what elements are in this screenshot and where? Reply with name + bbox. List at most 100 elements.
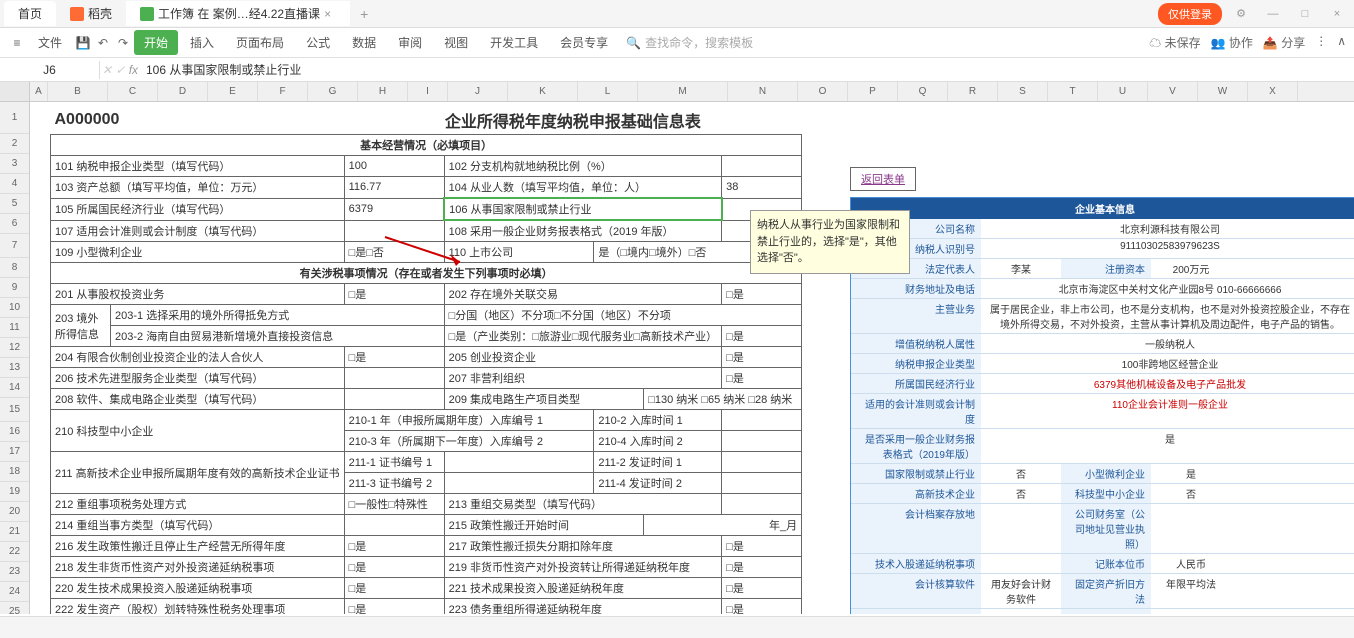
cell[interactable]: 215 政策性搬迁开始时间 [444, 515, 644, 536]
row-header[interactable]: 10 [0, 298, 29, 318]
row-header[interactable]: 12 [0, 338, 29, 358]
cell[interactable] [444, 473, 594, 494]
row-header[interactable]: 5 [0, 194, 29, 214]
save-icon[interactable]: 💾 [74, 34, 92, 52]
cell[interactable]: 203 境外所得信息 [51, 305, 111, 347]
row-header[interactable]: 7 [0, 234, 29, 258]
menu-view[interactable]: 视图 [434, 30, 478, 55]
cell[interactable]: 203-1 选择采用的境外所得抵免方式 [111, 305, 445, 326]
col-header[interactable]: H [358, 82, 408, 101]
cell[interactable]: □是 [722, 284, 802, 305]
menu-data[interactable]: 数据 [342, 30, 386, 55]
select-all-corner[interactable] [0, 82, 29, 102]
cell[interactable]: 211-3 证书编号 2 [344, 473, 444, 494]
menu-dev[interactable]: 开发工具 [480, 30, 548, 55]
cell[interactable]: 210-3 年（所属期下一年度）入库编号 2 [344, 431, 594, 452]
redo-icon[interactable]: ↷ [114, 34, 132, 52]
cell[interactable]: 年_月 [644, 515, 802, 536]
row-header[interactable]: 6 [0, 214, 29, 234]
cell[interactable]: □130 纳米 □65 纳米 □28 纳米 [644, 389, 802, 410]
cell[interactable]: 223 债务重组所得递延纳税年度 [444, 599, 722, 615]
cell[interactable]: 220 发生技术成果投资入股递延纳税事项 [51, 578, 345, 599]
cell[interactable]: □是 [344, 284, 444, 305]
cell[interactable]: □是 [344, 599, 444, 615]
row-header[interactable]: 15 [0, 398, 29, 422]
col-header[interactable]: W [1198, 82, 1248, 101]
cell[interactable]: 101 纳税申报企业类型（填写代码） [51, 156, 345, 177]
row-header[interactable]: 8 [0, 258, 29, 278]
search-input[interactable]: 🔍 查找命令，搜索模板 [620, 34, 759, 51]
menu-vip[interactable]: 会员专享 [550, 30, 618, 55]
cell[interactable]: 210-4 入库时间 2 [594, 431, 722, 452]
col-header[interactable]: L [578, 82, 638, 101]
cell[interactable]: 108 采用一般企业财务报表格式（2019 年版） [444, 220, 722, 242]
tab-workbook[interactable]: 工作簿 在 案例…经4.22直播课× [126, 1, 350, 26]
menu-start[interactable]: 开始 [134, 30, 178, 55]
cell[interactable]: 207 非营利组织 [444, 368, 722, 389]
cell[interactable]: 218 发生非货币性资产对外投资递延纳税事项 [51, 557, 345, 578]
cell[interactable]: 219 非货币性资产对外投资转让所得递延纳税年度 [444, 557, 722, 578]
col-header[interactable]: P [848, 82, 898, 101]
back-link[interactable]: 返回表单 [850, 167, 916, 191]
cell[interactable]: 205 创业投资企业 [444, 347, 722, 368]
cell[interactable]: 216 发生政策性搬迁且停止生产经营无所得年度 [51, 536, 345, 557]
row-header[interactable]: 21 [0, 522, 29, 542]
tab-wps[interactable]: 稻壳 [56, 1, 126, 26]
cell[interactable] [722, 494, 802, 515]
cell[interactable]: 105 所属国民经济行业（填写代码） [51, 198, 345, 220]
cell[interactable]: □是 [722, 578, 802, 599]
fx-icon[interactable]: ✕ ✓ fx [100, 63, 140, 77]
row-header[interactable]: 18 [0, 462, 29, 482]
cell[interactable] [344, 389, 444, 410]
col-header[interactable]: X [1248, 82, 1298, 101]
row-header[interactable]: 17 [0, 442, 29, 462]
cell[interactable]: 109 小型微利企业 [51, 242, 345, 263]
cell[interactable]: 210 科技型中小企业 [51, 410, 345, 452]
col-header[interactable]: V [1148, 82, 1198, 101]
row-header[interactable]: 23 [0, 562, 29, 582]
cell[interactable]: 116.77 [344, 177, 444, 199]
col-header[interactable]: C [108, 82, 158, 101]
cell[interactable]: □是 [344, 578, 444, 599]
col-header[interactable]: E [208, 82, 258, 101]
cell[interactable]: 212 重组事项税务处理方式 [51, 494, 345, 515]
col-header[interactable]: O [798, 82, 848, 101]
cell[interactable]: □是（产业类别：□旅游业□现代服务业□高新技术产业） [444, 326, 722, 347]
cell[interactable]: 211-2 发证时间 1 [594, 452, 722, 473]
col-header[interactable]: J [448, 82, 508, 101]
col-header[interactable]: B [48, 82, 108, 101]
cell[interactable]: 211-4 发证时间 2 [594, 473, 722, 494]
login-button[interactable]: 仅供登录 [1158, 3, 1222, 25]
name-box[interactable]: J6 [0, 61, 100, 79]
minimize-icon[interactable]: — [1260, 8, 1286, 20]
cell[interactable]: 202 存在境外关联交易 [444, 284, 722, 305]
cell[interactable]: 201 从事股权投资业务 [51, 284, 345, 305]
row-header[interactable]: 16 [0, 422, 29, 442]
row-header[interactable]: 4 [0, 174, 29, 194]
expand-icon[interactable]: ∧ [1337, 34, 1346, 51]
cell[interactable]: □分国（地区）不分项□不分国（地区）不分项 [444, 305, 802, 326]
menu-insert[interactable]: 插入 [180, 30, 224, 55]
row-header[interactable]: 3 [0, 154, 29, 174]
col-header[interactable]: R [948, 82, 998, 101]
cell[interactable]: □是 [722, 557, 802, 578]
row-header[interactable]: 25 [0, 602, 29, 614]
cell[interactable] [722, 431, 802, 452]
cell[interactable]: 217 政策性搬迁损失分期扣除年度 [444, 536, 722, 557]
cell[interactable] [344, 368, 444, 389]
cell[interactable] [444, 452, 594, 473]
more-icon[interactable]: ⋮ [1315, 34, 1327, 51]
tab-home[interactable]: 首页 [4, 1, 56, 26]
col-header[interactable]: F [258, 82, 308, 101]
cell[interactable]: 100 [344, 156, 444, 177]
cell[interactable]: □是 [344, 557, 444, 578]
cell[interactable]: 214 重组当事方类型（填写代码） [51, 515, 345, 536]
cell[interactable]: 211 高新技术企业申报所属期年度有效的高新技术企业证书 [51, 452, 345, 494]
cell[interactable]: 209 集成电路生产项目类型 [444, 389, 644, 410]
row-header[interactable]: 20 [0, 502, 29, 522]
row-header[interactable]: 13 [0, 358, 29, 378]
undo-icon[interactable]: ↶ [94, 34, 112, 52]
settings-icon[interactable]: ⚙ [1228, 7, 1254, 20]
col-header[interactable]: U [1098, 82, 1148, 101]
col-header[interactable]: G [308, 82, 358, 101]
